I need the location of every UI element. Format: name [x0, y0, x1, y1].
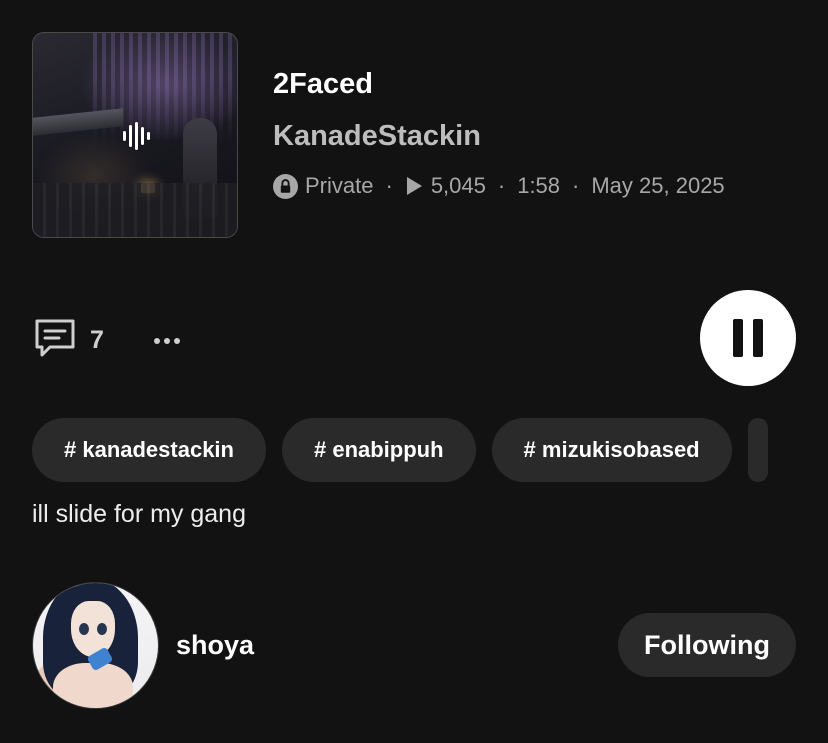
tag-chip-overflow[interactable] [747, 418, 768, 482]
track-title: 2Faced [273, 68, 373, 100]
more-options-button[interactable] [153, 337, 180, 344]
following-button[interactable]: Following [618, 613, 796, 677]
pause-icon [733, 319, 743, 357]
meta-separator: · [572, 173, 580, 198]
play-icon [405, 176, 423, 196]
artist-name[interactable]: KanadeStackin [273, 120, 481, 153]
play-count: 5,045 [430, 173, 486, 198]
comment-count: 7 [90, 326, 104, 354]
meta-separator: · [385, 173, 393, 198]
meta-separator: · [497, 173, 506, 198]
uploader-username[interactable]: shoya [176, 630, 254, 661]
tag-chip[interactable]: # kanadestackin [32, 418, 266, 482]
avatar[interactable] [32, 582, 159, 709]
lock-icon [273, 173, 298, 199]
comment-icon [34, 318, 76, 363]
track-duration: 1:58 [517, 173, 561, 198]
pause-button[interactable] [700, 290, 796, 386]
release-date: May 25, 2025 [591, 173, 725, 198]
more-horizontal-icon [153, 337, 160, 344]
tag-chip[interactable]: # enabippuh [281, 418, 476, 482]
track-description: ill slide for my gang [32, 500, 246, 528]
artwork-railing [33, 183, 237, 237]
tag-list: # kanadestackin # enabippuh # mizukisoba… [32, 418, 768, 482]
comments-button[interactable]: 7 [34, 318, 104, 363]
track-actions: 7 [34, 318, 180, 363]
visibility-label: Private [305, 173, 374, 198]
uploader-row: shoya Following [32, 582, 796, 710]
sound-wave-icon [121, 121, 151, 151]
track-meta: Private · 5,045 · 1:58 · May 25, 2025 [273, 172, 725, 200]
tag-chip[interactable]: # mizukisobased [491, 418, 732, 482]
